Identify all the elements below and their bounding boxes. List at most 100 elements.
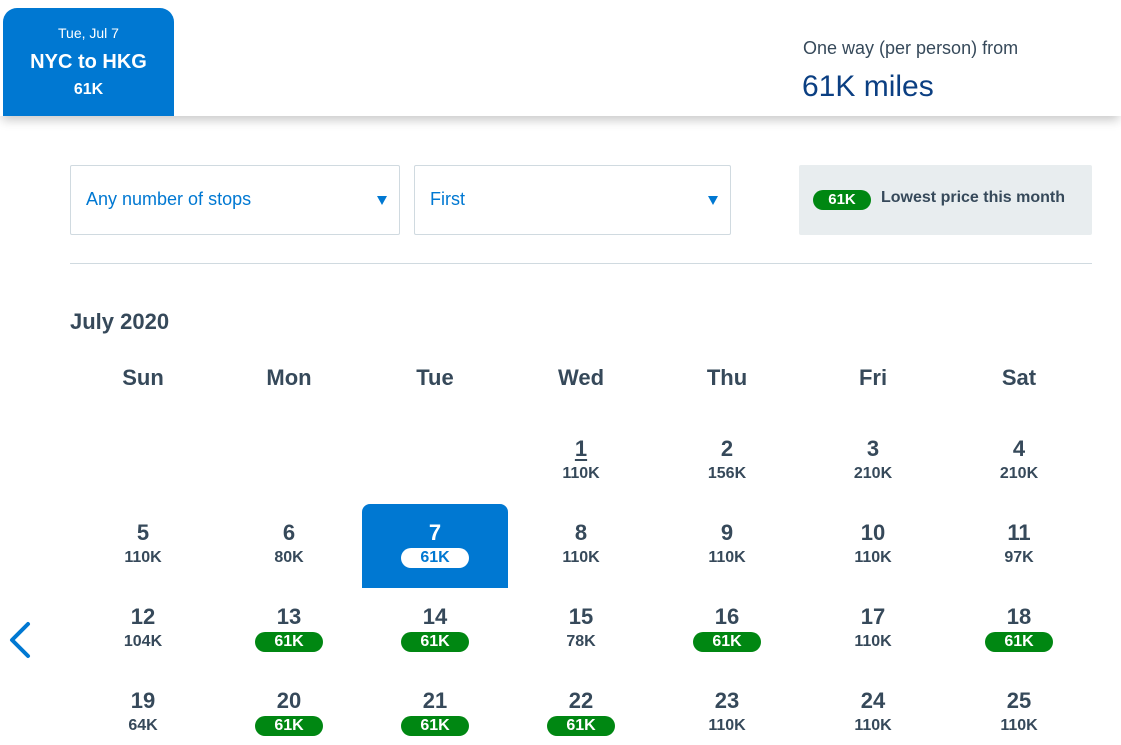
calendar-day-16[interactable]: 16 61K [654, 588, 800, 672]
day-number: 1 [574, 436, 588, 461]
calendar-day-15[interactable]: 15 78K [508, 588, 654, 672]
day-number: 25 [1006, 688, 1032, 713]
calendar-day-1[interactable]: 1 110K [508, 420, 654, 504]
calendar-day-25[interactable]: 25 110K [946, 672, 1092, 745]
lowest-price-badge: 61K [401, 716, 469, 736]
day-price: 110K [854, 633, 892, 650]
day-number: 24 [860, 688, 886, 713]
day-price: 110K [708, 549, 746, 566]
day-price: 110K [1000, 717, 1038, 734]
calendar-day-10[interactable]: 10 110K [800, 504, 946, 588]
weekday-sun: Sun [122, 365, 164, 390]
results-header: Tue, Jul 7 NYC to HKG 61K One way (per p… [0, 0, 1121, 116]
lowest-price-badge: 61K [985, 632, 1053, 652]
day-number: 2 [720, 436, 734, 461]
calendar-day-11[interactable]: 11 97K [946, 504, 1092, 588]
day-price: 104K [123, 633, 163, 650]
day-price: 110K [124, 549, 162, 566]
day-number: 9 [720, 520, 734, 545]
day-number: 23 [714, 688, 740, 713]
day-number: 14 [422, 604, 448, 629]
day-number: 20 [276, 688, 302, 713]
calendar-day-20[interactable]: 20 61K [216, 672, 362, 745]
day-price: 110K [562, 549, 600, 566]
calendar-day-3[interactable]: 3 210K [800, 420, 946, 504]
day-number: 13 [276, 604, 302, 629]
calendar-day-14[interactable]: 14 61K [362, 588, 508, 672]
lowest-price-badge: 61K [255, 632, 323, 652]
weekday-tue: Tue [416, 365, 454, 390]
caret-down-icon [377, 196, 387, 205]
day-number: 4 [1012, 436, 1026, 461]
legend-pill: 61K [813, 190, 871, 210]
chevron-left-icon [10, 622, 30, 658]
day-number: 3 [866, 436, 880, 461]
lowest-price-badge: 61K [547, 716, 615, 736]
day-number: 12 [130, 604, 156, 629]
weekday-thu: Thu [706, 365, 748, 390]
day-price: 110K [562, 465, 600, 482]
lowest-price-legend: 61K Lowest price this month [799, 165, 1092, 235]
fare-label: One way (per person) from [803, 38, 1019, 58]
weekday-wed: Wed [557, 365, 605, 390]
trip-date: Tue, Jul 7 [58, 25, 119, 41]
day-number: 6 [282, 520, 296, 545]
day-number: 17 [860, 604, 886, 629]
calendar-day-4[interactable]: 4 210K [946, 420, 1092, 504]
day-price: 210K [999, 465, 1039, 482]
stops-select-value: Any number of stops [86, 189, 252, 209]
legend-text: Lowest price this month [881, 189, 1066, 206]
day-price: 110K [854, 549, 892, 566]
day-price: 110K [708, 717, 746, 734]
calendar-day-19[interactable]: 19 64K [70, 672, 216, 745]
day-number: 21 [422, 688, 448, 713]
day-number: 8 [574, 520, 588, 545]
day-number: 16 [714, 604, 740, 629]
divider [70, 263, 1092, 264]
day-number: 10 [860, 520, 886, 545]
calendar-day-21[interactable]: 21 61K [362, 672, 508, 745]
day-number: 5 [136, 520, 150, 545]
day-price: 210K [853, 465, 893, 482]
caret-down-icon [708, 196, 718, 205]
day-price: 78K [566, 633, 596, 650]
day-price: 97K [1004, 549, 1034, 566]
day-number: 18 [1006, 604, 1032, 629]
lowest-price-badge: 61K [255, 716, 323, 736]
calendar-day-23[interactable]: 23 110K [654, 672, 800, 745]
calendar-day-6[interactable]: 6 80K [216, 504, 362, 588]
weekday-mon: Mon [266, 365, 312, 390]
previous-month-button[interactable] [6, 620, 36, 660]
day-number: 19 [130, 688, 156, 713]
day-number: 22 [568, 688, 594, 713]
calendar-day-17[interactable]: 17 110K [800, 588, 946, 672]
calendar-day-9[interactable]: 9 110K [654, 504, 800, 588]
calendar-day-22[interactable]: 22 61K [508, 672, 654, 745]
cabin-select-value: First [430, 189, 465, 209]
weekday-fri: Fri [858, 365, 888, 390]
trip-route: NYC to HKG [30, 51, 147, 73]
month-title: July 2020 [70, 309, 170, 334]
weekday-sat: Sat [1001, 365, 1037, 390]
calendar-day-2[interactable]: 2 156K [654, 420, 800, 504]
day-price: 64K [128, 717, 158, 734]
lowest-price-badge: 61K [401, 632, 469, 652]
day-number: 15 [568, 604, 594, 629]
trip-summary-tab[interactable]: Tue, Jul 7 NYC to HKG 61K [3, 8, 174, 116]
calendar-day-18[interactable]: 18 61K [946, 588, 1092, 672]
calendar-day-13[interactable]: 13 61K [216, 588, 362, 672]
day-number: 11 [1007, 520, 1031, 545]
fare-value: 61K miles [802, 70, 934, 103]
trip-price: 61K [73, 81, 104, 98]
lowest-price-badge: 61K [401, 548, 469, 568]
cabin-select[interactable]: First [414, 165, 731, 235]
day-price: 110K [854, 717, 892, 734]
calendar-day-7[interactable]: 7 61K [362, 504, 508, 588]
stops-select[interactable]: Any number of stops [70, 165, 400, 235]
calendar-day-24[interactable]: 24 110K [800, 672, 946, 745]
calendar-day-8[interactable]: 8 110K [508, 504, 654, 588]
day-number: 7 [428, 520, 442, 545]
calendar-day-5[interactable]: 5 110K [70, 504, 216, 588]
day-price: 156K [707, 465, 747, 482]
calendar-day-12[interactable]: 12 104K [70, 588, 216, 672]
